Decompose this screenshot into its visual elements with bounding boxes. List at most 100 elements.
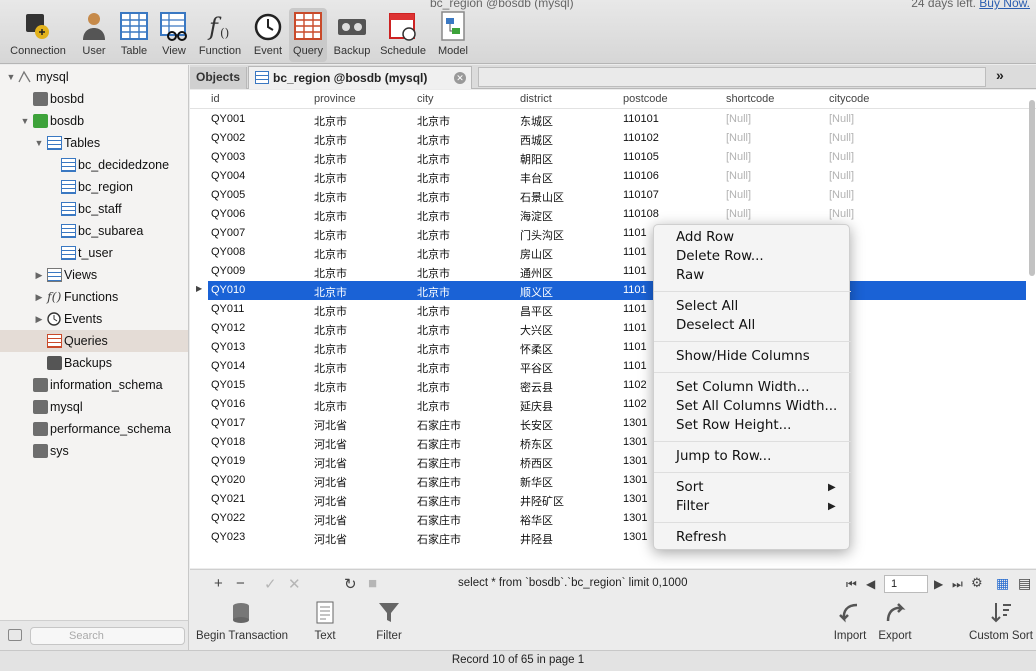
- cell-shortcode[interactable]: [Null]: [726, 151, 751, 163]
- table-row[interactable]: QY003 北京市 北京市 朝阳区 110105 [Null] [Null]: [208, 148, 1026, 167]
- cell-postcode[interactable]: 1301: [623, 436, 647, 448]
- sidebar-item-table[interactable]: bc_region: [0, 176, 188, 198]
- sidebar-item-tables[interactable]: ▼ Tables: [0, 132, 188, 154]
- cell-postcode[interactable]: 110105: [623, 151, 659, 163]
- tab-overflow-icon[interactable]: »: [996, 67, 1004, 83]
- cell-id[interactable]: QY022: [211, 512, 245, 524]
- sidebar-item-table[interactable]: t_user: [0, 242, 188, 264]
- cell-district[interactable]: 东城区: [520, 113, 553, 129]
- column-header-province[interactable]: province: [314, 93, 356, 105]
- cell-id[interactable]: QY015: [211, 379, 245, 391]
- cell-postcode[interactable]: 1101: [623, 303, 647, 315]
- cell-province[interactable]: 北京市: [314, 151, 347, 167]
- toolbar-view-button[interactable]: View: [156, 8, 192, 62]
- cell-district[interactable]: 延庆县: [520, 398, 553, 414]
- cell-province[interactable]: 北京市: [314, 265, 347, 281]
- cell-postcode[interactable]: 1101: [623, 341, 647, 353]
- sidebar-item-queries[interactable]: Queries: [0, 330, 188, 352]
- toolbar-table-button[interactable]: Table: [116, 8, 152, 62]
- cell-city[interactable]: 北京市: [417, 208, 450, 224]
- menu-item-refresh[interactable]: Refresh: [676, 530, 727, 545]
- toolbar-function-button[interactable]: f() Function: [196, 8, 244, 62]
- sidebar-search-input[interactable]: Search: [30, 627, 185, 645]
- menu-item-delete-row[interactable]: Delete Row...: [676, 249, 764, 264]
- toolbar-schedule-button[interactable]: Schedule: [377, 8, 429, 62]
- cell-city[interactable]: 石家庄市: [417, 531, 461, 547]
- cell-postcode[interactable]: 1301: [623, 474, 647, 486]
- cell-district[interactable]: 密云县: [520, 379, 553, 395]
- cell-province[interactable]: 河北省: [314, 455, 347, 471]
- cell-province[interactable]: 北京市: [314, 113, 347, 129]
- cell-province[interactable]: 河北省: [314, 493, 347, 509]
- collapsed-arrow-icon[interactable]: ▶: [34, 286, 44, 308]
- table-row[interactable]: QY009 北京市 北京市 通州区 1101: [208, 262, 1026, 281]
- sidebar-item-mysql-db[interactable]: mysql: [0, 396, 188, 418]
- last-page-icon[interactable]: ⏭: [952, 577, 963, 592]
- sidebar-item-bosdb[interactable]: ▼ bosdb: [0, 110, 188, 132]
- cell-postcode[interactable]: 1101: [623, 360, 647, 372]
- table-row[interactable]: QY015 北京市 北京市 密云县 1102: [208, 376, 1026, 395]
- table-row[interactable]: QY011 北京市 北京市 昌平区 1101: [208, 300, 1026, 319]
- table-row[interactable]: QY021 河北省 石家庄市 井陉矿区 1301: [208, 490, 1026, 509]
- cell-district[interactable]: 丰台区: [520, 170, 553, 186]
- cell-province[interactable]: 河北省: [314, 531, 347, 547]
- sidebar-item-bosbd[interactable]: bosbd: [0, 88, 188, 110]
- custom-sort-button[interactable]: Custom Sort: [968, 601, 1034, 642]
- cell-province[interactable]: 北京市: [314, 360, 347, 376]
- cell-id[interactable]: QY011: [211, 303, 244, 315]
- cell-district[interactable]: 海淀区: [520, 208, 553, 224]
- cell-postcode[interactable]: 110101: [623, 113, 659, 125]
- cell-id[interactable]: QY006: [211, 208, 245, 220]
- toolbar-user-button[interactable]: User: [76, 8, 112, 62]
- cell-shortcode[interactable]: [Null]: [726, 170, 751, 182]
- cell-id[interactable]: QY012: [211, 322, 245, 334]
- expanded-arrow-icon[interactable]: ▼: [6, 66, 16, 88]
- cell-city[interactable]: 石家庄市: [417, 474, 461, 490]
- cell-city[interactable]: 石家庄市: [417, 493, 461, 509]
- table-row[interactable]: QY016 北京市 北京市 延庆县 1102: [208, 395, 1026, 414]
- cell-province[interactable]: 北京市: [314, 208, 347, 224]
- expanded-arrow-icon[interactable]: ▼: [20, 110, 30, 132]
- table-row[interactable]: QY004 北京市 北京市 丰台区 110106 [Null] [Null]: [208, 167, 1026, 186]
- menu-item-set-all-columns-width[interactable]: Set All Columns Width...: [676, 399, 837, 414]
- cell-postcode[interactable]: 1102: [623, 398, 647, 410]
- cell-city[interactable]: 北京市: [417, 265, 450, 281]
- toggle-sidebar-icon[interactable]: [8, 629, 22, 641]
- cell-city[interactable]: 北京市: [417, 303, 450, 319]
- cell-id[interactable]: QY001: [211, 113, 245, 125]
- cell-district[interactable]: 西城区: [520, 132, 553, 148]
- cell-province[interactable]: 北京市: [314, 246, 347, 262]
- cell-city[interactable]: 石家庄市: [417, 436, 461, 452]
- cell-id[interactable]: QY019: [211, 455, 245, 467]
- cell-province[interactable]: 北京市: [314, 379, 347, 395]
- cell-city[interactable]: 北京市: [417, 284, 450, 300]
- table-row[interactable]: QY008 北京市 北京市 房山区 1101: [208, 243, 1026, 262]
- menu-item-show-hide-columns[interactable]: Show/Hide Columns: [676, 349, 810, 364]
- collapsed-arrow-icon[interactable]: ▶: [34, 264, 44, 286]
- sidebar-item-information-schema[interactable]: information_schema: [0, 374, 188, 396]
- cell-id[interactable]: QY021: [211, 493, 245, 505]
- cell-district[interactable]: 新华区: [520, 474, 553, 490]
- tab-objects[interactable]: Objects: [190, 67, 247, 89]
- cell-id[interactable]: QY010: [211, 284, 245, 296]
- cell-postcode[interactable]: 1301: [623, 417, 647, 429]
- table-row[interactable]: QY002 北京市 北京市 西城区 110102 [Null] [Null]: [208, 129, 1026, 148]
- cell-citycode[interactable]: [Null]: [829, 170, 854, 182]
- cell-postcode[interactable]: 110108: [623, 208, 659, 220]
- sidebar-item-table[interactable]: bc_subarea: [0, 220, 188, 242]
- cell-postcode[interactable]: 1101: [623, 246, 647, 258]
- column-header-shortcode[interactable]: shortcode: [726, 93, 774, 105]
- cell-city[interactable]: 石家庄市: [417, 417, 461, 433]
- table-row[interactable]: QY017 河北省 石家庄市 长安区 1301: [208, 414, 1026, 433]
- cell-shortcode[interactable]: [Null]: [726, 208, 751, 220]
- column-header-postcode[interactable]: postcode: [623, 93, 668, 105]
- cell-district[interactable]: 门头沟区: [520, 227, 564, 243]
- cell-city[interactable]: 北京市: [417, 132, 450, 148]
- cell-id[interactable]: QY009: [211, 265, 245, 277]
- expanded-arrow-icon[interactable]: ▼: [34, 132, 44, 154]
- first-page-icon[interactable]: ⏮: [846, 577, 857, 592]
- cell-shortcode[interactable]: [Null]: [726, 189, 751, 201]
- cell-province[interactable]: 河北省: [314, 512, 347, 528]
- cell-district[interactable]: 平谷区: [520, 360, 553, 376]
- cell-postcode[interactable]: 1301: [623, 512, 647, 524]
